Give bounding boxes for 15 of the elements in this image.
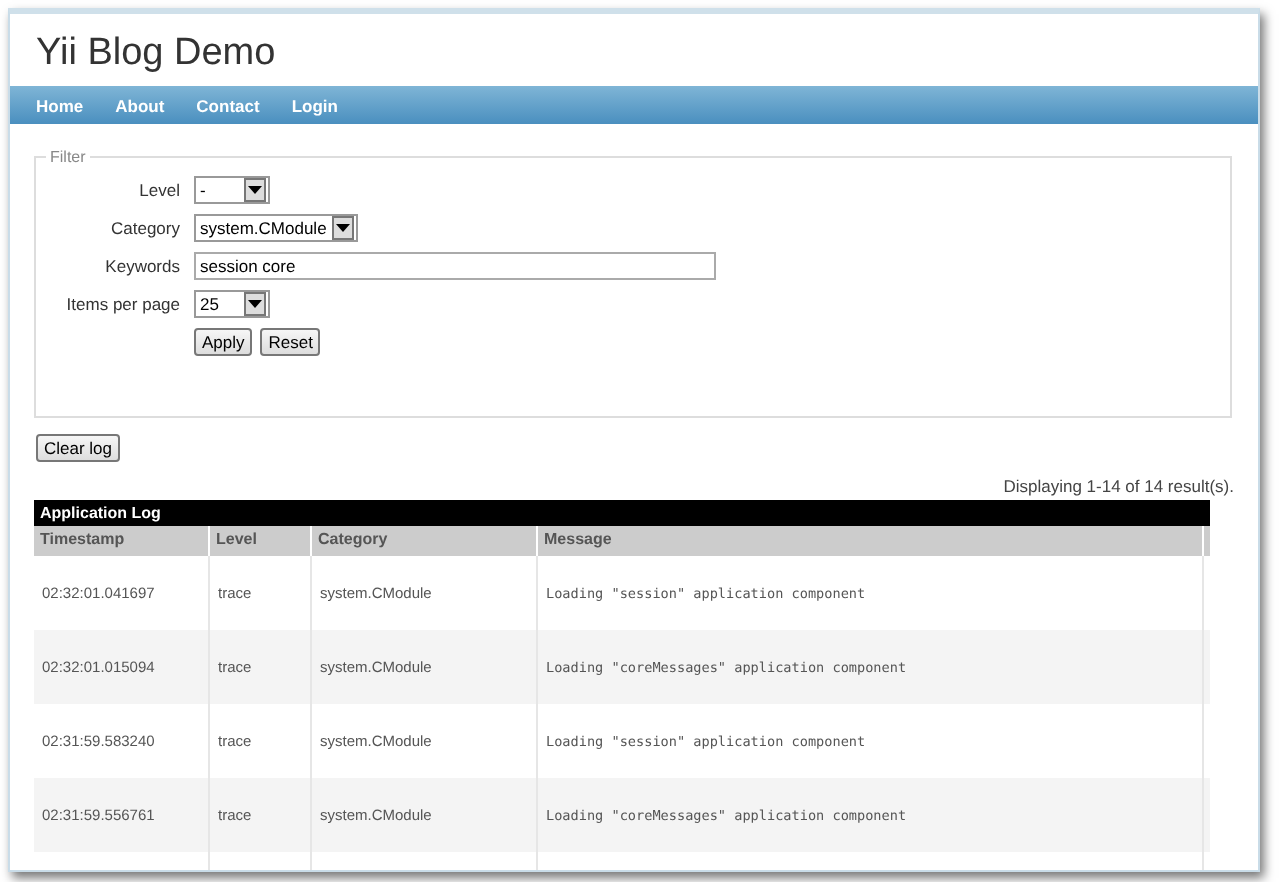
field-label: Level [137,180,182,200]
form-button[interactable]: Apply [194,328,253,356]
site-title: Yii Blog Demo [34,30,278,78]
filter-legend: Filter [46,148,90,166]
dropdown[interactable]: - [194,176,270,204]
dropdown[interactable]: system.CModule [194,214,358,242]
form-button[interactable]: Reset [260,328,321,356]
field-label: Keywords [103,256,182,276]
table-title: Application Log [34,500,1210,526]
summary-text: Displaying 1-14 of 14 result(s). [1001,476,1234,496]
clear-log-button[interactable]: Clear log [36,434,121,462]
field-label: Items per page [64,294,182,314]
field-label: Category [109,218,182,238]
dropdown[interactable]: 25 [194,290,270,318]
keywords-field[interactable]: session core [194,252,716,280]
